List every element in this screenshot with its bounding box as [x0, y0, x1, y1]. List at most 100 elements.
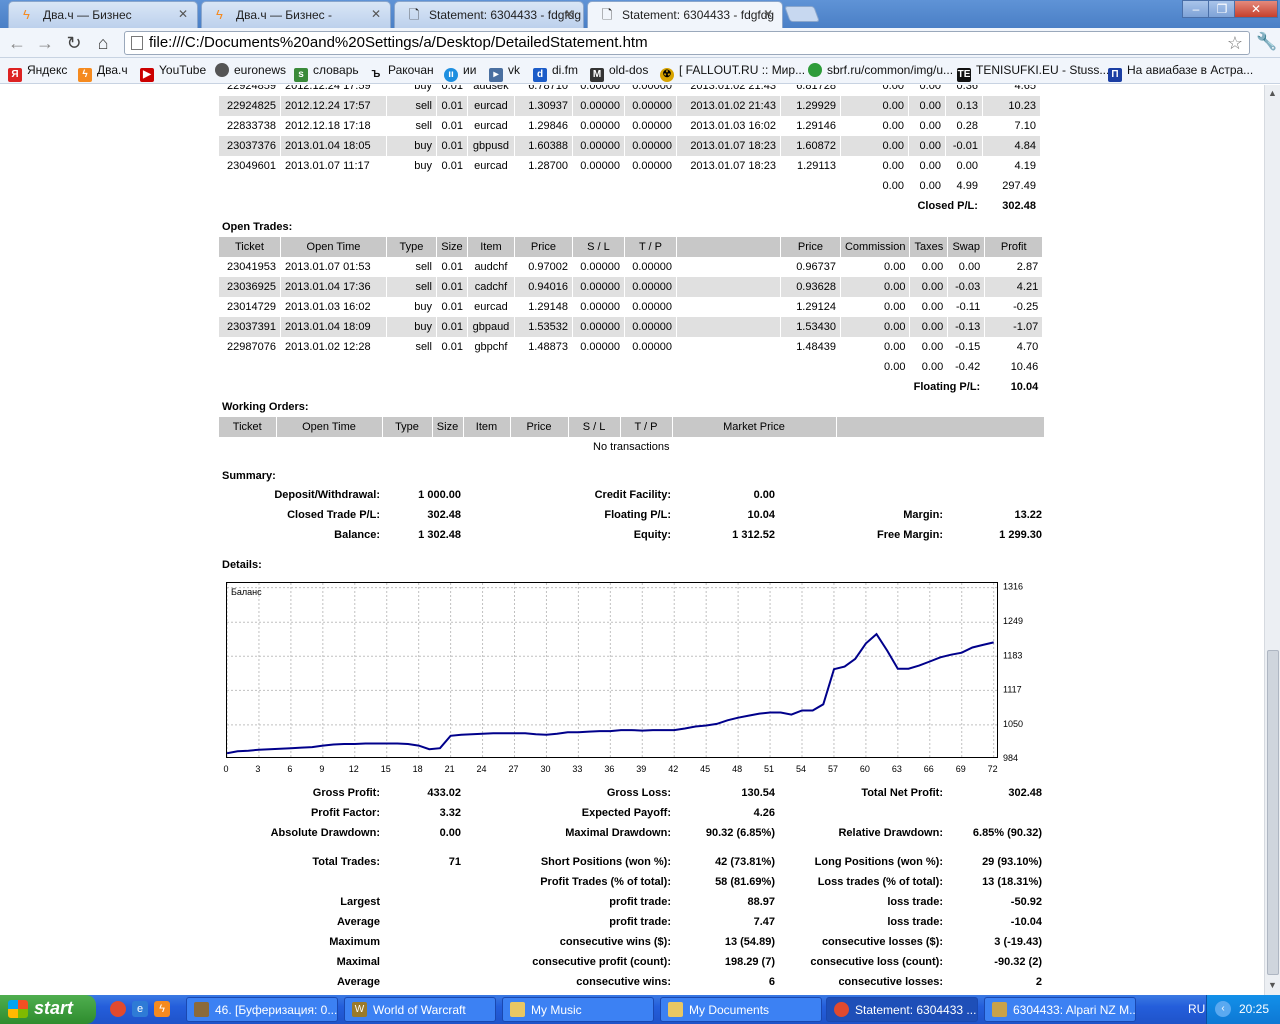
closed-transaction-cell: 0.00	[840, 116, 909, 136]
maximize-button[interactable]: ❐	[1208, 0, 1236, 18]
task-buffering[interactable]: 46. [Буферизация: 0...	[186, 997, 338, 1022]
windows-taskbar: start e ϟ 46. [Буферизация: 0... W World…	[0, 995, 1280, 1024]
bookmark-label: На авиабазе в Астра...	[1127, 63, 1254, 77]
free-margin-value: 1 299.30	[999, 529, 1042, 541]
tab-dvach-1[interactable]: ϟ Два.ч — Бизнес ✕	[8, 1, 198, 28]
sberbank-icon	[808, 63, 822, 77]
open-trade-cell: 0.00000	[572, 337, 625, 357]
closed-transaction-cell: 0.00	[840, 85, 909, 96]
bookmark-euronews[interactable]: euronews	[215, 63, 286, 77]
forward-icon[interactable]: →	[34, 32, 56, 54]
open-trade-cell: 0.00	[840, 317, 911, 337]
tab-statement-1[interactable]: 🗋 Statement: 6304433 - fdgfdg ✕	[394, 1, 584, 28]
bookmark-dvach[interactable]: ϟ Два.ч	[78, 63, 128, 82]
reload-icon[interactable]: ↻	[63, 32, 85, 54]
back-icon[interactable]: ←	[6, 32, 28, 54]
tab-dvach-2[interactable]: ϟ Два.ч — Бизнес - ✕	[201, 1, 391, 28]
x-tick-label: 42	[668, 764, 678, 774]
open-trade-cell: 0.94016	[514, 277, 573, 297]
bookmark-fallout[interactable]: ☢ [ FALLOUT.RU :: Мир...	[660, 63, 805, 82]
open-trade-cell: sell	[386, 277, 437, 297]
largest-profit-value: 88.97	[747, 896, 775, 908]
total-trades-label: Total Trades:	[312, 856, 380, 868]
open-trade-cell: 0.00	[840, 337, 911, 357]
closed-transactions-body: 22924859 2012.12.24 17:59 buy 0.01 audsek 6.7…	[219, 85, 1041, 176]
open-trade-cell: eurcad	[467, 297, 515, 317]
bookmark-label: [ FALLOUT.RU :: Мир...	[679, 63, 806, 77]
task-my-music[interactable]: My Music	[502, 997, 654, 1022]
bookmark-old-dos[interactable]: Mold-dos	[590, 63, 648, 82]
maximum-label: Maximum	[329, 936, 380, 948]
closed-transaction-cell: 0.00000	[624, 136, 677, 156]
chevron-left-icon[interactable]: ‹	[1215, 1001, 1231, 1017]
bookmark-youtube[interactable]: ▶ YouTube	[140, 63, 206, 82]
open-trades-title: Open Trades:	[222, 221, 293, 233]
open-trades-header-cell: Price	[514, 237, 573, 257]
start-button[interactable]: start	[0, 995, 96, 1024]
closed-transaction-cell: 0.28	[945, 116, 983, 136]
task-label: Statement: 6304433 ...	[855, 1003, 977, 1017]
minimize-button[interactable]: –	[1182, 0, 1210, 18]
closed-transaction-cell: 1.60388	[514, 136, 573, 156]
chrome-icon[interactable]	[110, 1001, 126, 1017]
profit-trades-value: 58 (81.69%)	[715, 876, 775, 888]
bookmark-vk[interactable]: ▸ vk	[489, 63, 520, 82]
open-trade-cell: -0.11	[947, 297, 986, 317]
bookmark-difm[interactable]: d di.fm	[533, 63, 578, 82]
msdos-icon: M	[590, 68, 604, 82]
maximal-drawdown-label: Maximal Drawdown:	[565, 827, 671, 839]
closed-transaction-row: 23049601 2013.01.07 11:17 buy 0.01 eurcad 1.2…	[219, 156, 1041, 176]
closed-transaction-cell: 0.01	[436, 85, 468, 96]
task-world-of-warcraft[interactable]: W World of Warcraft	[344, 997, 496, 1022]
closed-transaction-cell: 2012.12.24 17:59	[280, 85, 387, 96]
maximal-consecutive-loss-label: consecutive loss (count):	[810, 956, 943, 968]
bookmark-tenisufki[interactable]: TE TENISUFKI.EU - Stuss...	[957, 63, 1109, 82]
ie-icon[interactable]: e	[132, 1001, 148, 1017]
x-tick-label: 6	[287, 764, 292, 774]
close-icon[interactable]: ✕	[178, 7, 188, 21]
open-trade-cell: -0.13	[947, 317, 986, 337]
address-bar[interactable]: file:///C:/Documents%20and%20Settings/a/…	[124, 31, 1250, 55]
bookmark-yandex[interactable]: Я Яндекс	[8, 63, 67, 82]
open-trades-header-cell: S / L	[572, 237, 625, 257]
task-my-documents[interactable]: My Documents	[660, 997, 822, 1022]
gross-profit-label: Gross Profit:	[312, 787, 380, 799]
bookmark-slovar[interactable]: s словарь	[294, 63, 359, 82]
new-tab-button[interactable]	[784, 6, 820, 22]
scroll-down-icon[interactable]: ▼	[1268, 980, 1277, 990]
task-statement[interactable]: Statement: 6304433 ...	[826, 997, 978, 1022]
bookmark-ii[interactable]: ıı ии	[444, 63, 476, 82]
close-icon[interactable]: ✕	[371, 7, 381, 21]
bookmark-star-icon[interactable]: ☆	[1227, 32, 1243, 54]
balance-value: 1 302.48	[418, 529, 461, 541]
loss-trades-label: Loss trades (% of total):	[817, 876, 943, 888]
floating-pl-row: Floating P/L: 10.04	[219, 377, 1044, 397]
close-icon[interactable]: ✕	[564, 7, 574, 21]
open-trade-cell: 4.21	[984, 277, 1044, 297]
scroll-up-icon[interactable]: ▲	[1268, 88, 1277, 98]
close-window-button[interactable]: ✕	[1234, 0, 1278, 18]
closed-transaction-cell: 22833738	[219, 116, 281, 136]
closed-transaction-cell: 0.00000	[572, 85, 625, 96]
lightning-icon[interactable]: ϟ	[154, 1001, 170, 1017]
open-totals-row: 0.00 0.00 -0.42 10.46	[219, 357, 1044, 377]
scrollbar-thumb[interactable]	[1267, 650, 1279, 975]
average-consecutive-losses-value: 2	[1035, 976, 1042, 988]
closed-transaction-cell: 4.19	[982, 156, 1041, 176]
bookmark-sbrf[interactable]: sbrf.ru/common/img/u...	[808, 63, 953, 77]
loss-trades-value: 13 (18.31%)	[982, 876, 1042, 888]
y-tick-label: 1249	[1003, 616, 1023, 626]
open-trade-cell: 0.01	[436, 337, 468, 357]
bookmark-rakochan[interactable]: Ъ Ракочан	[369, 63, 434, 82]
vertical-scrollbar[interactable]: ▲ ▼	[1264, 85, 1280, 995]
tab-statement-2[interactable]: 🗋 Statement: 6304433 - fdgfdg ✕	[587, 1, 783, 29]
closed-transaction-cell: 1.29146	[780, 116, 841, 136]
working-orders-header-cell: Ticket	[219, 417, 277, 437]
close-icon[interactable]: ✕	[763, 7, 773, 21]
task-alpari[interactable]: 6304433: Alpari NZ M...	[984, 997, 1136, 1022]
language-indicator[interactable]: RU	[1188, 1002, 1205, 1016]
home-icon[interactable]: ⌂	[92, 32, 114, 54]
bookmark-aviabaza[interactable]: П На авиабазе в Астра...	[1108, 63, 1253, 82]
media-player-icon	[194, 1002, 209, 1017]
wrench-icon[interactable]: 🔧	[1256, 32, 1277, 52]
